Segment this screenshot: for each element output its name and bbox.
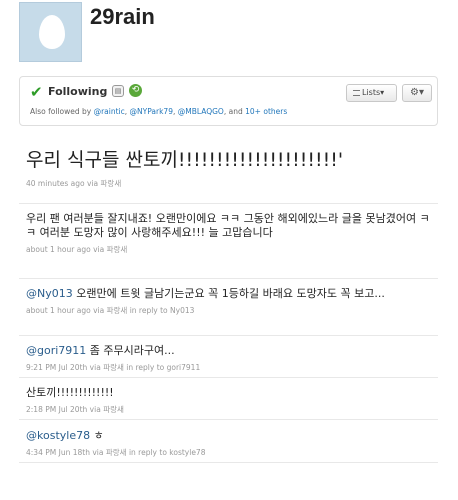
tweet-body: 좀 주무시라구여...: [86, 344, 175, 357]
tweet-text: @gori7911 좀 주무시라구여...: [26, 344, 436, 358]
gear-menu-button[interactable]: ⚙▾: [402, 84, 432, 102]
tweet-text: 우리 팬 여러분들 잘지내죠! 오랜만이에요 ㅋㅋ 그동안 해외에있느라 글을 …: [26, 212, 430, 239]
tweet-text: 산토끼!!!!!!!!!!!!!: [26, 386, 114, 399]
tweet-source[interactable]: 파랑새: [107, 245, 128, 254]
tweet-item: 우리 식구들 싼토끼!!!!!!!!!!!!!!!!!!!!!' 40 minu…: [26, 148, 436, 189]
checkmark-icon: ✔: [30, 83, 43, 101]
tweet-timestamp[interactable]: 4:34 PM Jun 18th: [26, 448, 90, 457]
tweet-item: 우리 팬 여러분들 잘지내죠! 오랜만이에요 ㅋㅋ 그동안 해외에있느라 글을 …: [26, 212, 436, 255]
list-icon: [353, 90, 360, 96]
divider: [19, 462, 438, 463]
mention-link[interactable]: @Ny013: [26, 287, 73, 300]
tweet-item: @gori7911 좀 주무시라구여... 9:21 PM Jul 20th v…: [26, 344, 436, 373]
also-followed-prefix: Also followed by: [30, 107, 92, 116]
in-reply-to-link[interactable]: in reply to gori7911: [126, 363, 200, 372]
via-label: via: [87, 178, 99, 188]
tweet-item: 산토끼!!!!!!!!!!!!! 2:18 PM Jul 20th via 파랑…: [26, 386, 436, 415]
tweet-source[interactable]: 파랑새: [101, 179, 122, 188]
divider: [19, 377, 438, 378]
follower-link[interactable]: @raintic: [94, 107, 125, 116]
in-reply-to-link[interactable]: in reply to kostyle78: [129, 448, 206, 457]
lists-button-label: Lists▾: [362, 88, 385, 97]
tweet-item: @kostyle78 ㅎ 4:34 PM Jun 18th via 파랑새 in…: [26, 429, 436, 458]
tweet-timestamp[interactable]: 40 minutes ago: [26, 179, 85, 188]
retweets-toggle-icon[interactable]: ⟲: [129, 84, 142, 97]
tweet-source[interactable]: 파랑새: [106, 448, 127, 457]
divider: [19, 335, 438, 336]
tweet-item: @Ny013 오랜만에 트윗 글남기는군요 꼭 1등하길 바래요 도망자도 꼭 …: [26, 287, 436, 316]
mention-link[interactable]: @kostyle78: [26, 429, 90, 442]
follower-link[interactable]: @MBLAQGO: [178, 107, 224, 116]
tweet-meta: about 1 hour ago via 파랑새 in reply to Ny0…: [26, 305, 436, 316]
via-label: via: [93, 245, 105, 254]
tweet-timestamp[interactable]: 2:18 PM Jul 20th: [26, 405, 87, 414]
tweet-text: @Ny013 오랜만에 트윗 글남기는군요 꼭 1등하길 바래요 도망자도 꼭 …: [26, 287, 436, 301]
tweet-meta: 9:21 PM Jul 20th via 파랑새 in reply to gor…: [26, 362, 436, 373]
others-link[interactable]: 10+ others: [245, 107, 287, 116]
mention-link[interactable]: @gori7911: [26, 344, 86, 357]
avatar[interactable]: [19, 2, 82, 62]
tweet-text: @kostyle78 ㅎ: [26, 429, 436, 443]
tweet-meta: 2:18 PM Jul 20th via 파랑새: [26, 404, 436, 415]
tweet-body: 오랜만에 트윗 글남기는군요 꼭 1등하길 바래요 도망자도 꼭 보고...: [72, 287, 385, 300]
divider: [19, 278, 438, 279]
also-followed-and: and: [228, 107, 243, 116]
lists-button[interactable]: Lists▾: [346, 84, 397, 102]
via-label: via: [93, 306, 105, 315]
following-label[interactable]: Following: [48, 85, 107, 98]
tweet-body: ㅎ: [90, 429, 104, 442]
tweet-timestamp[interactable]: about 1 hour ago: [26, 245, 91, 254]
tweet-meta: 4:34 PM Jun 18th via 파랑새 in reply to kos…: [26, 447, 436, 458]
also-followed-by: Also followed by @raintic, @NYPark79, @M…: [30, 107, 288, 116]
divider: [19, 419, 438, 420]
tweet-source[interactable]: 파랑새: [103, 405, 124, 414]
tweet-meta: 40 minutes ago via 파랑새: [26, 178, 436, 189]
tweet-meta: about 1 hour ago via 파랑새: [26, 244, 436, 255]
via-label: via: [89, 363, 101, 372]
in-reply-to-link[interactable]: in reply to Ny013: [130, 306, 195, 315]
follower-link[interactable]: @NYPark79: [130, 107, 173, 116]
via-label: via: [92, 448, 104, 457]
tweet-source[interactable]: 파랑새: [107, 306, 128, 315]
tweet-timestamp[interactable]: 9:21 PM Jul 20th: [26, 363, 87, 372]
tweet-timestamp[interactable]: about 1 hour ago: [26, 306, 91, 315]
default-egg-icon: [39, 15, 65, 49]
via-label: via: [89, 405, 101, 414]
tweet-text: 우리 식구들 싼토끼!!!!!!!!!!!!!!!!!!!!!': [26, 149, 344, 171]
divider: [19, 203, 438, 204]
follow-status-box: ✔ Following ▤ ⟲ Also followed by @rainti…: [19, 76, 438, 126]
device-notifications-icon[interactable]: ▤: [112, 85, 124, 97]
profile-username[interactable]: 29rain: [90, 4, 155, 30]
tweet-source[interactable]: 파랑새: [103, 363, 124, 372]
